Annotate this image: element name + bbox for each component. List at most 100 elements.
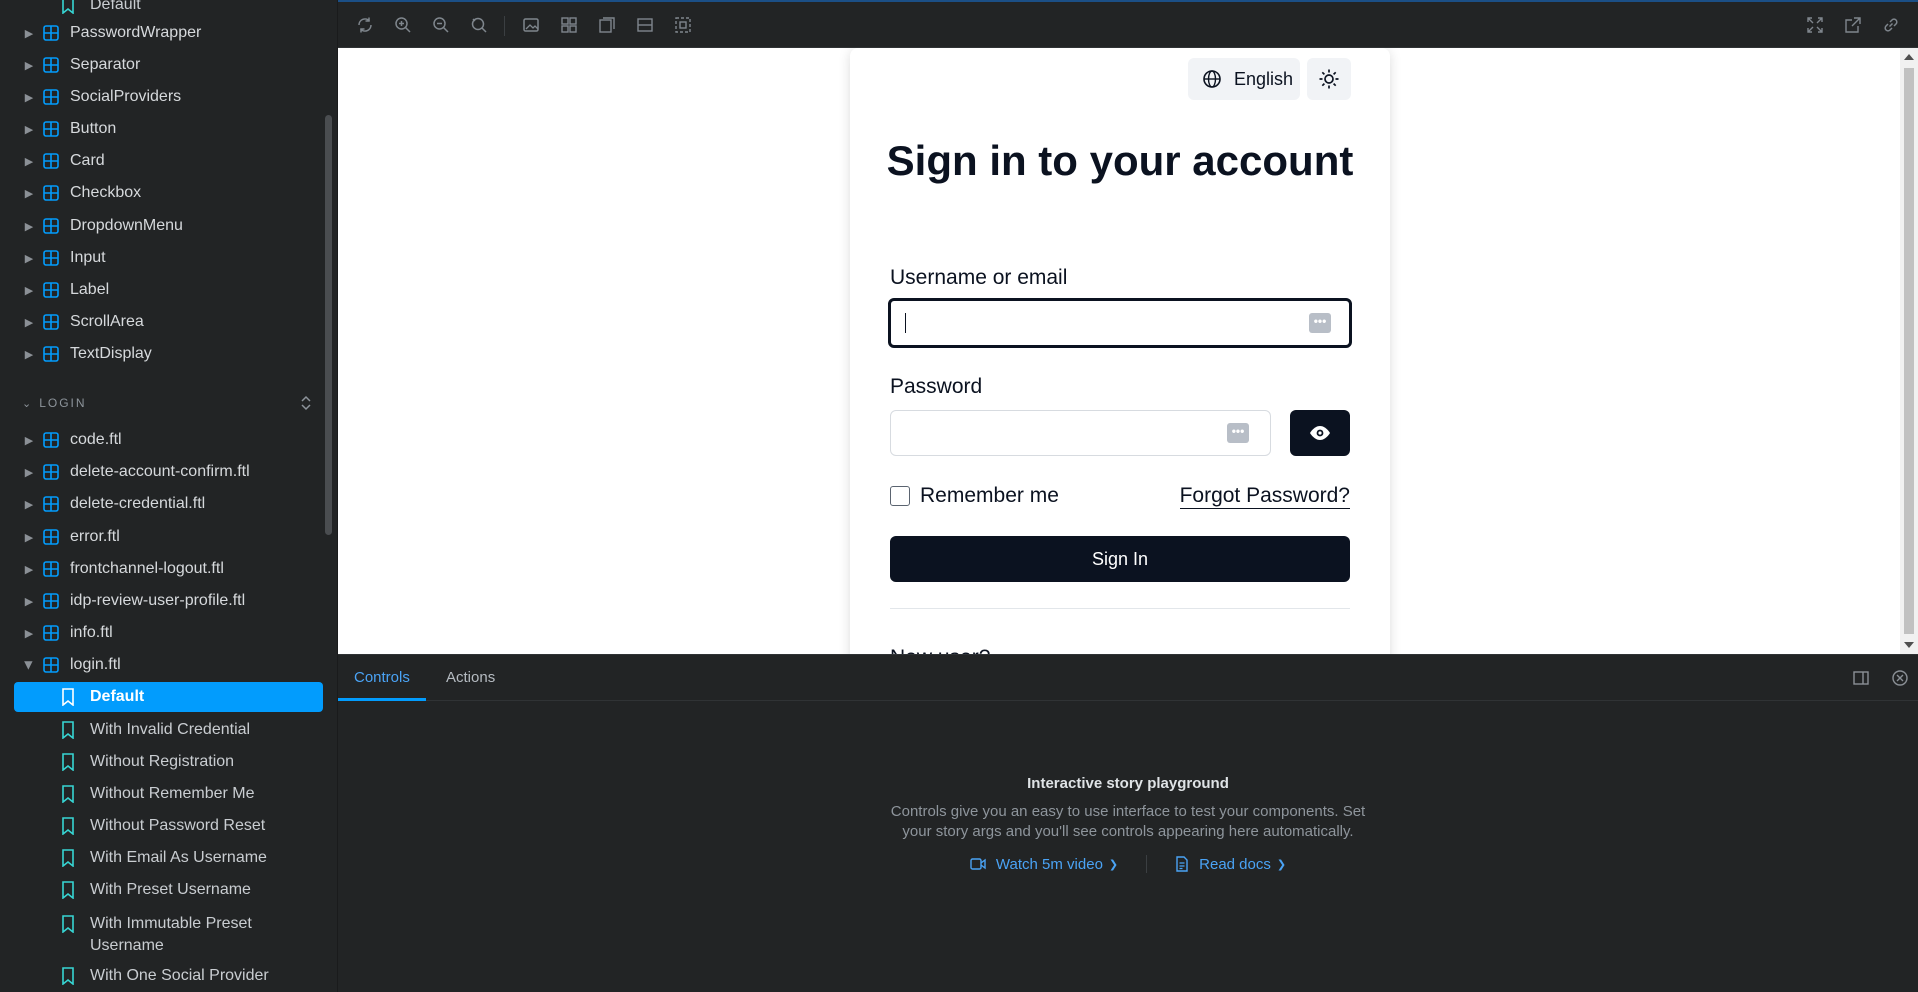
chevron-right-icon: ▶ <box>24 563 34 576</box>
language-select[interactable]: English <box>1188 58 1300 100</box>
story-label: With Email As Username <box>90 849 267 866</box>
forgot-password-link[interactable]: Forgot Password? <box>1179 484 1350 509</box>
bookmark-icon <box>62 967 74 985</box>
grid-icon[interactable] <box>560 16 578 34</box>
sidebar-item-label: code.ftl <box>70 431 122 448</box>
sidebar-item-file[interactable]: ▶ frontchannel-logout.ftl <box>0 555 224 583</box>
outline-icon[interactable] <box>674 16 692 34</box>
username-label: Username or email <box>890 266 1068 289</box>
bookmark-icon <box>62 817 74 835</box>
theme-toggle[interactable] <box>1307 58 1351 100</box>
sidebar-item-component[interactable]: ▶ Card <box>0 147 105 175</box>
sidebar-section-login[interactable]: ⌄ LOGIN <box>22 393 322 413</box>
background-icon[interactable] <box>522 16 540 34</box>
sidebar-item-file[interactable]: ▶ code.ftl <box>0 426 122 454</box>
component-icon <box>43 625 59 641</box>
sidebar-item-component[interactable]: ▶ Separator <box>0 51 141 79</box>
sidebar-item-component[interactable]: ▶ Button <box>0 115 117 143</box>
chevron-right-icon: ▶ <box>24 595 34 608</box>
zoom-reset-icon[interactable] <box>470 16 488 34</box>
chevron-right-icon: ▶ <box>24 498 34 511</box>
password-label: Password <box>890 375 983 398</box>
sidebar-item-label: login.ftl <box>70 656 121 673</box>
sidebar-item-file-expanded[interactable]: ▶ login.ftl <box>0 651 121 679</box>
component-icon <box>43 121 59 137</box>
zoom-in-icon[interactable] <box>394 16 412 34</box>
sidebar-story[interactable]: Without Password Reset <box>14 811 323 841</box>
component-icon <box>43 282 59 298</box>
copy-link-icon[interactable] <box>1882 16 1900 34</box>
toolbar-divider <box>504 16 505 36</box>
component-icon <box>43 25 59 41</box>
addons-tabs: Controls Actions <box>338 655 1918 701</box>
sidebar-story[interactable]: Without Registration <box>14 747 323 777</box>
open-new-tab-icon[interactable] <box>1844 16 1862 34</box>
chevron-right-icon: ▶ <box>24 187 34 200</box>
sidebar-item-component[interactable]: ▶ Label <box>0 276 109 304</box>
sidebar-item-label: delete-account-confirm.ftl <box>70 463 250 480</box>
sidebar-item-label: Input <box>70 249 106 266</box>
component-icon <box>43 153 59 169</box>
reload-icon[interactable] <box>356 16 374 34</box>
close-icon[interactable] <box>1891 669 1909 687</box>
expand-collapse-icon[interactable] <box>298 395 314 411</box>
password-field[interactable]: ••• <box>890 410 1271 456</box>
empty-links: Watch 5m video ❯ Read docs ❯ <box>338 855 1918 873</box>
bookmark-icon <box>62 915 74 933</box>
measure-icon[interactable] <box>636 16 654 34</box>
sidebar-item-component[interactable]: ▶ PasswordWrapper <box>0 19 202 47</box>
sidebar-item-component[interactable]: ▶ SocialProviders <box>0 83 181 111</box>
sidebar-story[interactable]: With Email As Username <box>14 843 323 873</box>
read-docs-link[interactable]: Read docs ❯ <box>1175 856 1286 873</box>
remember-me-checkbox[interactable] <box>890 486 910 506</box>
sign-in-button[interactable]: Sign In <box>890 536 1350 582</box>
chevron-right-icon: ▶ <box>24 91 34 104</box>
watch-video-link[interactable]: Watch 5m video ❯ <box>970 856 1118 873</box>
sidebar-item-file[interactable]: ▶ delete-credential.ftl <box>0 490 205 518</box>
empty-line-1: Controls give you an easy to use interfa… <box>890 803 1366 820</box>
bookmark-icon <box>62 849 74 867</box>
sidebar-item-component[interactable]: ▶ ScrollArea <box>0 308 144 336</box>
sidebar-story[interactable]: With Immutable Preset Username <box>14 907 323 955</box>
addons-panel: Controls Actions Interactive story playg… <box>338 654 1918 992</box>
panel-orientation-icon[interactable] <box>1852 669 1870 687</box>
empty-description: Controls give you an easy to use interfa… <box>338 802 1918 842</box>
tab-controls[interactable]: Controls <box>338 655 426 701</box>
preview-canvas: English Sign in to your account Username… <box>338 48 1900 654</box>
preview-scrollbar[interactable] <box>1900 48 1918 654</box>
sidebar-story[interactable]: With Preset Username <box>14 875 323 905</box>
username-field[interactable]: ••• <box>888 298 1352 348</box>
show-password-button[interactable] <box>1290 410 1350 456</box>
sidebar-story-default[interactable]: Default <box>14 682 323 712</box>
bookmark-icon <box>62 688 74 706</box>
zoom-out-icon[interactable] <box>432 16 450 34</box>
sidebar-story[interactable]: With Invalid Credential <box>14 715 323 745</box>
scroll-down-icon[interactable] <box>1904 642 1914 648</box>
remember-me[interactable]: Remember me <box>890 484 1059 508</box>
chevron-right-icon: ▶ <box>24 316 34 329</box>
scrollbar-thumb[interactable] <box>1904 68 1914 634</box>
sidebar-item-component[interactable]: ▶ Input <box>0 244 106 272</box>
sidebar-scrollbar[interactable] <box>325 115 332 535</box>
scroll-up-icon[interactable] <box>1904 54 1914 60</box>
component-icon <box>43 89 59 105</box>
sidebar-item-file[interactable]: ▶ idp-review-user-profile.ftl <box>0 587 245 615</box>
fullscreen-icon[interactable] <box>1806 16 1824 34</box>
sidebar-item-file[interactable]: ▶ delete-account-confirm.ftl <box>0 458 250 486</box>
viewport-icon[interactable] <box>598 16 616 34</box>
sidebar-item-component[interactable]: ▶ DropdownMenu <box>0 212 183 240</box>
tab-actions[interactable]: Actions <box>430 655 511 701</box>
sidebar-item-component[interactable]: ▶ Checkbox <box>0 179 141 207</box>
sidebar-item-file[interactable]: ▶ info.ftl <box>0 619 113 647</box>
login-card: English Sign in to your account Username… <box>850 48 1390 654</box>
component-icon <box>43 314 59 330</box>
sidebar-story[interactable]: Without Remember Me <box>14 779 323 809</box>
sidebar-story-partial[interactable]: Default <box>14 0 323 20</box>
sidebar-item-label: DropdownMenu <box>70 217 183 234</box>
sidebar-story[interactable]: With One Social Provider <box>14 961 323 991</box>
sidebar-item-component[interactable]: ▶ TextDisplay <box>0 340 152 368</box>
sidebar-item-file[interactable]: ▶ error.ftl <box>0 523 120 551</box>
password-manager-icon[interactable]: ••• <box>1227 423 1249 443</box>
text-caret <box>905 313 906 333</box>
password-manager-icon[interactable]: ••• <box>1309 313 1331 333</box>
